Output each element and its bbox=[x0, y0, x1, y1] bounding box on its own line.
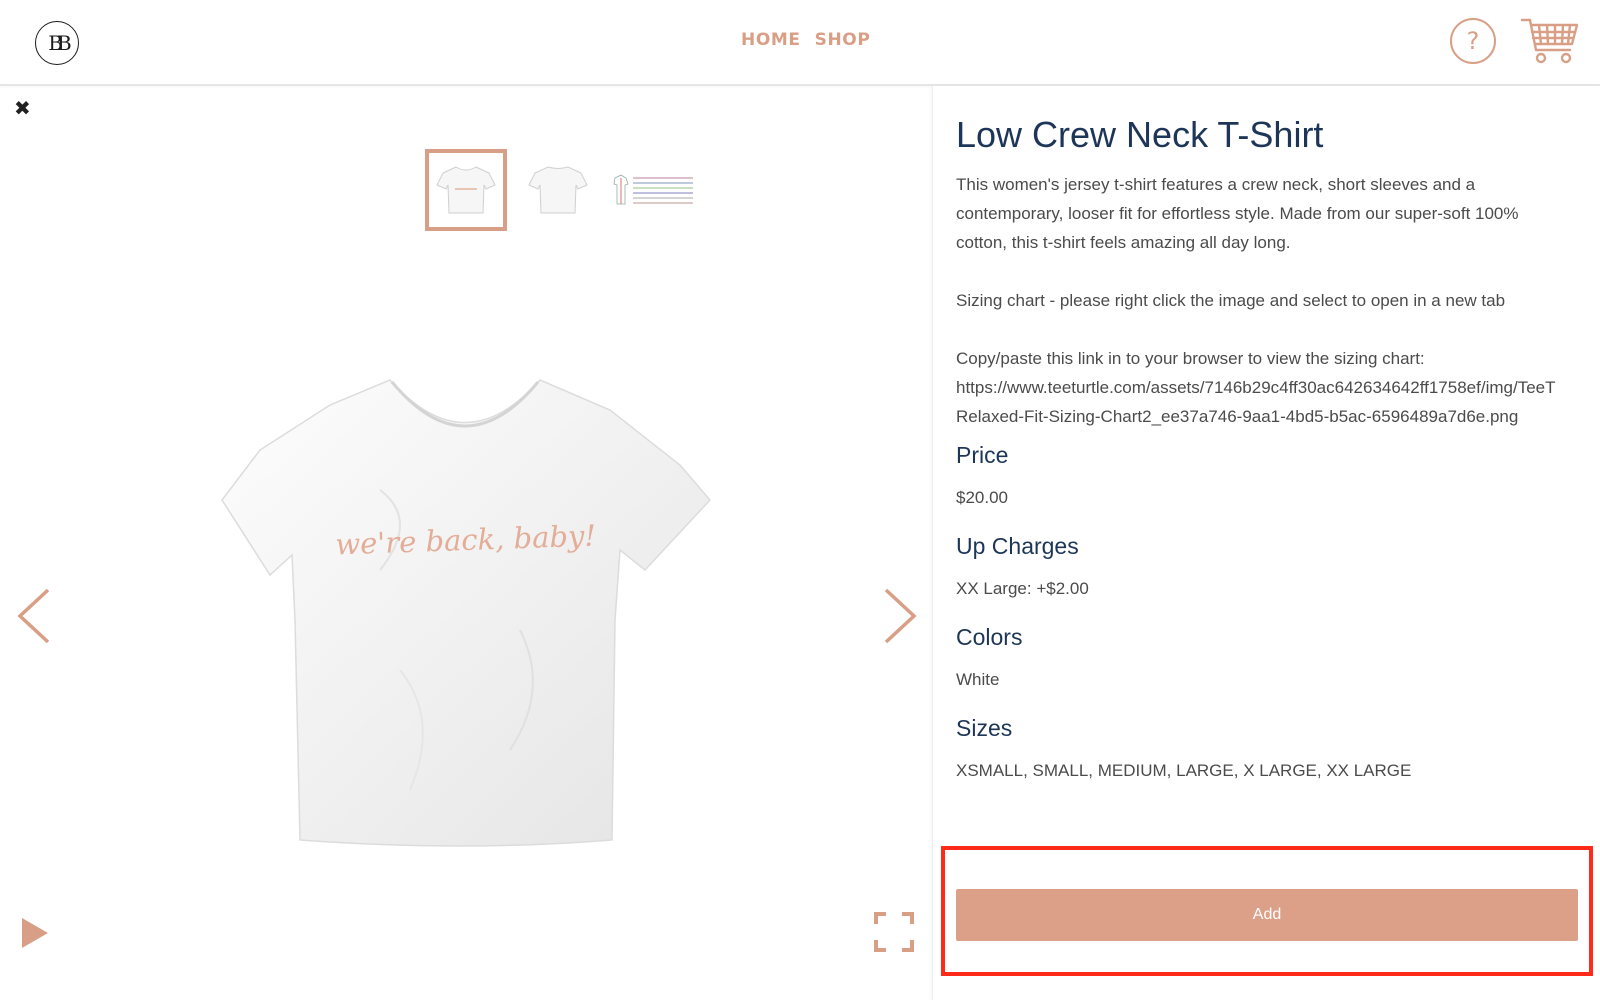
upcharges-heading: Up Charges bbox=[956, 533, 1079, 559]
size-chart-thumbnail-image bbox=[613, 174, 693, 205]
price-heading: Price bbox=[956, 442, 1009, 468]
brand-logo[interactable]: BB bbox=[35, 21, 79, 65]
sizing-chart-url: https://www.teeturtle.com/assets/7146b29… bbox=[956, 378, 1556, 397]
tshirt-back-thumbnail-image bbox=[528, 166, 588, 214]
fullscreen-icon bbox=[874, 912, 914, 952]
cart-button[interactable] bbox=[1520, 16, 1580, 68]
sizing-chart-url: Relaxed-Fit-Sizing-Chart2_ee37a746-9aa1-… bbox=[956, 407, 1519, 426]
gallery-thumbnail-front[interactable] bbox=[425, 149, 507, 231]
gallery-thumbnail-back[interactable] bbox=[517, 149, 599, 231]
fullscreen-button[interactable] bbox=[874, 912, 914, 952]
close-icon: ✖ bbox=[14, 96, 31, 120]
upcharges-value: XX Large: +$2.00 bbox=[956, 579, 1089, 598]
tshirt-front-image: we're back, baby! bbox=[221, 379, 712, 847]
chevron-right-icon bbox=[884, 588, 917, 644]
previous-image-button[interactable] bbox=[14, 586, 54, 646]
description-line: This women's jersey t-shirt features a c… bbox=[956, 175, 1476, 194]
description-line: cotton, this t-shirt feels amazing all d… bbox=[956, 233, 1291, 252]
main-product-image: we're back, baby! bbox=[200, 370, 720, 860]
description-line: Copy/paste this link in to your browser … bbox=[956, 349, 1425, 368]
shopping-cart-icon bbox=[1520, 18, 1579, 64]
sizes-heading: Sizes bbox=[956, 715, 1013, 741]
slideshow-play-button[interactable] bbox=[20, 916, 50, 950]
tshirt-front-thumbnail-image bbox=[436, 166, 496, 214]
product-details-panel: Low Crew Neck T-Shirt This women's jerse… bbox=[932, 86, 1600, 1000]
price-value: $20.00 bbox=[956, 488, 1008, 507]
nav-shop-link[interactable]: SHOP bbox=[815, 30, 871, 50]
description-line: contemporary, looser fit for effortless … bbox=[956, 204, 1519, 223]
site-header: BB HOME SHOP ? bbox=[0, 0, 1600, 86]
play-icon bbox=[22, 918, 48, 948]
colors-value: White bbox=[956, 670, 1000, 689]
product-description: This women's jersey t-shirt features a c… bbox=[956, 170, 1596, 431]
question-icon: ? bbox=[1466, 27, 1480, 55]
next-image-button[interactable] bbox=[880, 586, 920, 646]
close-button[interactable]: ✖ bbox=[14, 96, 31, 120]
gallery-thumbnail-size-chart[interactable] bbox=[607, 149, 697, 231]
colors-heading: Colors bbox=[956, 624, 1023, 650]
add-to-cart-button[interactable]: Add bbox=[956, 889, 1578, 941]
main-nav: HOME SHOP bbox=[741, 30, 870, 50]
chevron-left-icon bbox=[17, 588, 50, 644]
help-button[interactable]: ? bbox=[1450, 18, 1496, 64]
description-line: Sizing chart - please right click the im… bbox=[956, 291, 1506, 310]
product-title: Low Crew Neck T-Shirt bbox=[956, 114, 1324, 155]
nav-home-link[interactable]: HOME bbox=[741, 30, 801, 50]
sizes-value: XSMALL, SMALL, MEDIUM, LARGE, X LARGE, X… bbox=[956, 761, 1412, 780]
